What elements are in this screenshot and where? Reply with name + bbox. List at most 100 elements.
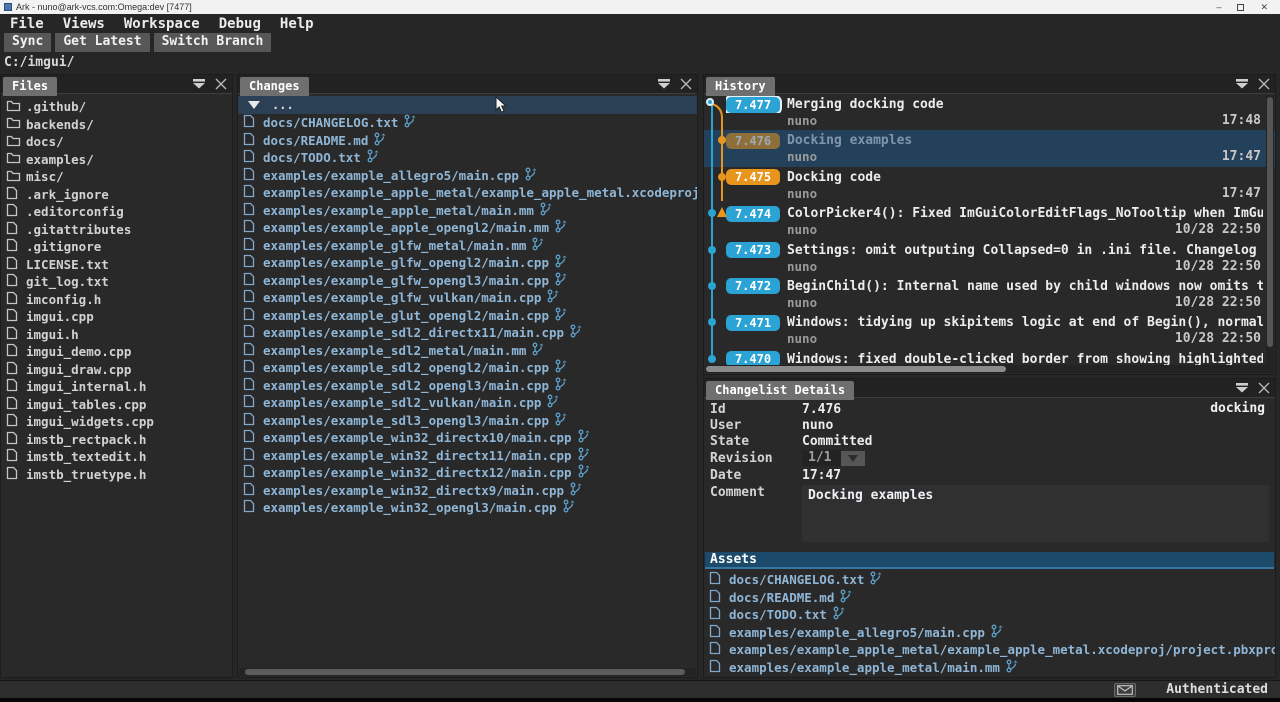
commit-row[interactable]: 7.472 BeginChild(): Internal name used b… bbox=[704, 276, 1275, 312]
history-horizontal-scrollbar[interactable] bbox=[705, 365, 1274, 373]
changed-file-row[interactable]: examples/example_apple_opengl2/main.mm bbox=[238, 219, 697, 237]
commit-id-badge[interactable]: 7.471 bbox=[726, 315, 780, 331]
changed-file-row[interactable]: examples/example_sdl2_vulkan/main.cpp bbox=[238, 394, 697, 412]
expander-triangle-icon[interactable] bbox=[248, 101, 260, 109]
history-vertical-scrollbar[interactable] bbox=[1266, 95, 1274, 365]
commit-id-badge[interactable]: 7.477 bbox=[726, 97, 780, 113]
file-tree-item[interactable]: docs/ bbox=[1, 133, 232, 151]
file-tree-item[interactable]: LICENSE.txt bbox=[1, 256, 232, 274]
close-panel-icon[interactable] bbox=[1257, 381, 1271, 395]
filter-icon[interactable] bbox=[1235, 77, 1249, 91]
tab-changelist-details[interactable]: Changelist Details bbox=[706, 381, 854, 400]
commit-id-badge[interactable]: 7.474 bbox=[726, 206, 780, 222]
file-tree-item[interactable]: imgui_demo.cpp bbox=[1, 343, 232, 361]
changed-file-row[interactable]: examples/example_glut_opengl2/main.cpp bbox=[238, 307, 697, 325]
file-tree-item[interactable]: imstb_truetype.h bbox=[1, 466, 232, 484]
changed-file-row[interactable]: examples/example_glfw_opengl2/main.cpp bbox=[238, 254, 697, 272]
changed-file-row[interactable]: examples/example_apple_metal/example_app… bbox=[238, 184, 697, 202]
asset-file-row[interactable]: examples/example_apple_metal/example_app… bbox=[704, 641, 1275, 659]
file-tree-item[interactable]: imstb_rectpack.h bbox=[1, 431, 232, 449]
asset-file-row[interactable]: examples/example_allegro5/main.cpp bbox=[704, 624, 1275, 642]
asset-file-row[interactable]: docs/README.md bbox=[704, 589, 1275, 607]
tab-files[interactable]: Files bbox=[3, 77, 57, 96]
mail-icon[interactable] bbox=[1114, 683, 1136, 697]
changed-file-row[interactable]: examples/example_win32_opengl3/main.cpp bbox=[238, 499, 697, 517]
file-tree-item[interactable]: misc/ bbox=[1, 168, 232, 186]
file-tree-item[interactable]: imgui.h bbox=[1, 326, 232, 344]
commit-id-badge[interactable]: 7.473 bbox=[726, 242, 780, 258]
commit-row[interactable]: 7.471 Windows: tidying up skipitems logi… bbox=[704, 312, 1275, 348]
toolbar-button[interactable]: Sync bbox=[4, 33, 51, 52]
changed-file-row[interactable]: examples/example_sdl2_directx11/main.cpp bbox=[238, 324, 697, 342]
toolbar-button[interactable]: Switch Branch bbox=[154, 33, 272, 52]
close-panel-icon[interactable] bbox=[214, 77, 228, 91]
changed-file-row[interactable]: docs/CHANGELOG.txt bbox=[238, 114, 697, 132]
filter-icon[interactable] bbox=[657, 77, 671, 91]
file-tree-item[interactable]: .gitignore bbox=[1, 238, 232, 256]
comment-textbox[interactable]: Docking examples bbox=[802, 485, 1269, 542]
close-panel-icon[interactable] bbox=[679, 77, 693, 91]
changed-file-row[interactable]: examples/example_win32_directx9/main.cpp bbox=[238, 482, 697, 500]
menu-item[interactable]: Views bbox=[63, 16, 105, 32]
changed-file-row[interactable]: examples/example_sdl2_opengl3/main.cpp bbox=[238, 377, 697, 395]
file-tree-item[interactable]: git_log.txt bbox=[1, 273, 232, 291]
changed-file-row[interactable]: examples/example_allegro5/main.cpp bbox=[238, 167, 697, 185]
commit-row[interactable]: 7.477 Merging docking code nuno 17:48 bbox=[704, 94, 1275, 130]
commit-row[interactable]: 7.476 Docking examples nuno 17:47 bbox=[704, 130, 1275, 166]
asset-file-row[interactable]: docs/TODO.txt bbox=[704, 606, 1275, 624]
commit-row[interactable]: 7.473 Settings: omit outputing Collapsed… bbox=[704, 240, 1275, 276]
changed-file-row[interactable]: examples/example_sdl2_opengl2/main.cpp bbox=[238, 359, 697, 377]
revision-dropdown[interactable] bbox=[841, 451, 865, 466]
changed-file-row[interactable]: examples/example_glfw_opengl3/main.cpp bbox=[238, 272, 697, 290]
scrollbar-thumb[interactable] bbox=[245, 669, 685, 675]
changed-file-row[interactable]: examples/example_win32_directx12/main.cp… bbox=[238, 464, 697, 482]
close-panel-icon[interactable] bbox=[1257, 77, 1271, 91]
file-tree-item[interactable]: .ark_ignore bbox=[1, 186, 232, 204]
menu-item[interactable]: File bbox=[10, 16, 44, 32]
changed-file-row[interactable]: examples/example_win32_directx10/main.cp… bbox=[238, 429, 697, 447]
changed-file-row[interactable]: docs/README.md bbox=[238, 132, 697, 150]
menu-item[interactable]: Workspace bbox=[124, 16, 200, 32]
menu-item[interactable]: Debug bbox=[219, 16, 261, 32]
commit-row[interactable]: 7.474 ColorPicker4(): Fixed ImGuiColorEd… bbox=[704, 203, 1275, 239]
file-tree-item[interactable]: backends/ bbox=[1, 116, 232, 134]
file-tree-item[interactable]: imgui.cpp bbox=[1, 308, 232, 326]
filter-icon[interactable] bbox=[1235, 381, 1249, 395]
commit-id-badge[interactable]: 7.472 bbox=[726, 278, 780, 294]
changes-horizontal-scrollbar[interactable] bbox=[239, 668, 696, 676]
maximize-button[interactable] bbox=[1237, 4, 1244, 11]
changed-file-row[interactable]: examples/example_sdl3_opengl3/main.cpp bbox=[238, 412, 697, 430]
asset-file-row[interactable]: examples/example_apple_metal/main.mm bbox=[704, 659, 1275, 677]
file-tree-item[interactable]: .github/ bbox=[1, 98, 232, 116]
file-tree-item[interactable]: imgui_tables.cpp bbox=[1, 396, 232, 414]
changed-file-row[interactable]: examples/example_glfw_metal/main.mm bbox=[238, 237, 697, 255]
scrollbar-thumb[interactable] bbox=[706, 366, 1006, 372]
file-tree-item[interactable]: imgui_internal.h bbox=[1, 378, 232, 396]
commit-row[interactable]: 7.475 Docking code nuno 17:47 bbox=[704, 167, 1275, 203]
file-tree-item[interactable]: imconfig.h bbox=[1, 291, 232, 309]
changed-file-row[interactable]: examples/example_sdl2_metal/main.mm bbox=[238, 342, 697, 360]
file-tree-item[interactable]: imgui_draw.cpp bbox=[1, 361, 232, 379]
commit-id-badge[interactable]: 7.475 bbox=[726, 169, 780, 185]
toolbar-button[interactable]: Get Latest bbox=[55, 33, 149, 52]
changed-file-row[interactable]: docs/TODO.txt bbox=[238, 149, 697, 167]
commit-id-badge[interactable]: 7.470 bbox=[726, 351, 780, 366]
commit-row[interactable]: 7.470 Windows: fixed double-clicked bord… bbox=[704, 349, 1275, 366]
changed-file-row[interactable]: examples/example_glfw_vulkan/main.cpp bbox=[238, 289, 697, 307]
changed-file-row[interactable]: examples/example_win32_directx11/main.cp… bbox=[238, 447, 697, 465]
file-tree-item[interactable]: imstb_textedit.h bbox=[1, 448, 232, 466]
changed-file-row[interactable]: examples/example_apple_metal/main.mm bbox=[238, 202, 697, 220]
asset-file-row[interactable]: docs/CHANGELOG.txt bbox=[704, 571, 1275, 589]
file-tree-item[interactable]: examples/ bbox=[1, 151, 232, 169]
close-window-button[interactable]: ✕ bbox=[1260, 2, 1268, 12]
file-tree-item[interactable]: .gitattributes bbox=[1, 221, 232, 239]
menu-item[interactable]: Help bbox=[280, 16, 314, 32]
minimize-button[interactable]: – bbox=[1216, 2, 1221, 12]
filter-icon[interactable] bbox=[192, 77, 206, 91]
scrollbar-thumb[interactable] bbox=[1267, 97, 1273, 347]
file-tree-item[interactable]: imgui_widgets.cpp bbox=[1, 413, 232, 431]
changelist-group-row[interactable]: ... bbox=[238, 96, 697, 114]
file-tree-item[interactable]: .editorconfig bbox=[1, 203, 232, 221]
tab-changes[interactable]: Changes bbox=[240, 77, 309, 96]
commit-id-badge[interactable]: 7.476 bbox=[726, 133, 780, 149]
